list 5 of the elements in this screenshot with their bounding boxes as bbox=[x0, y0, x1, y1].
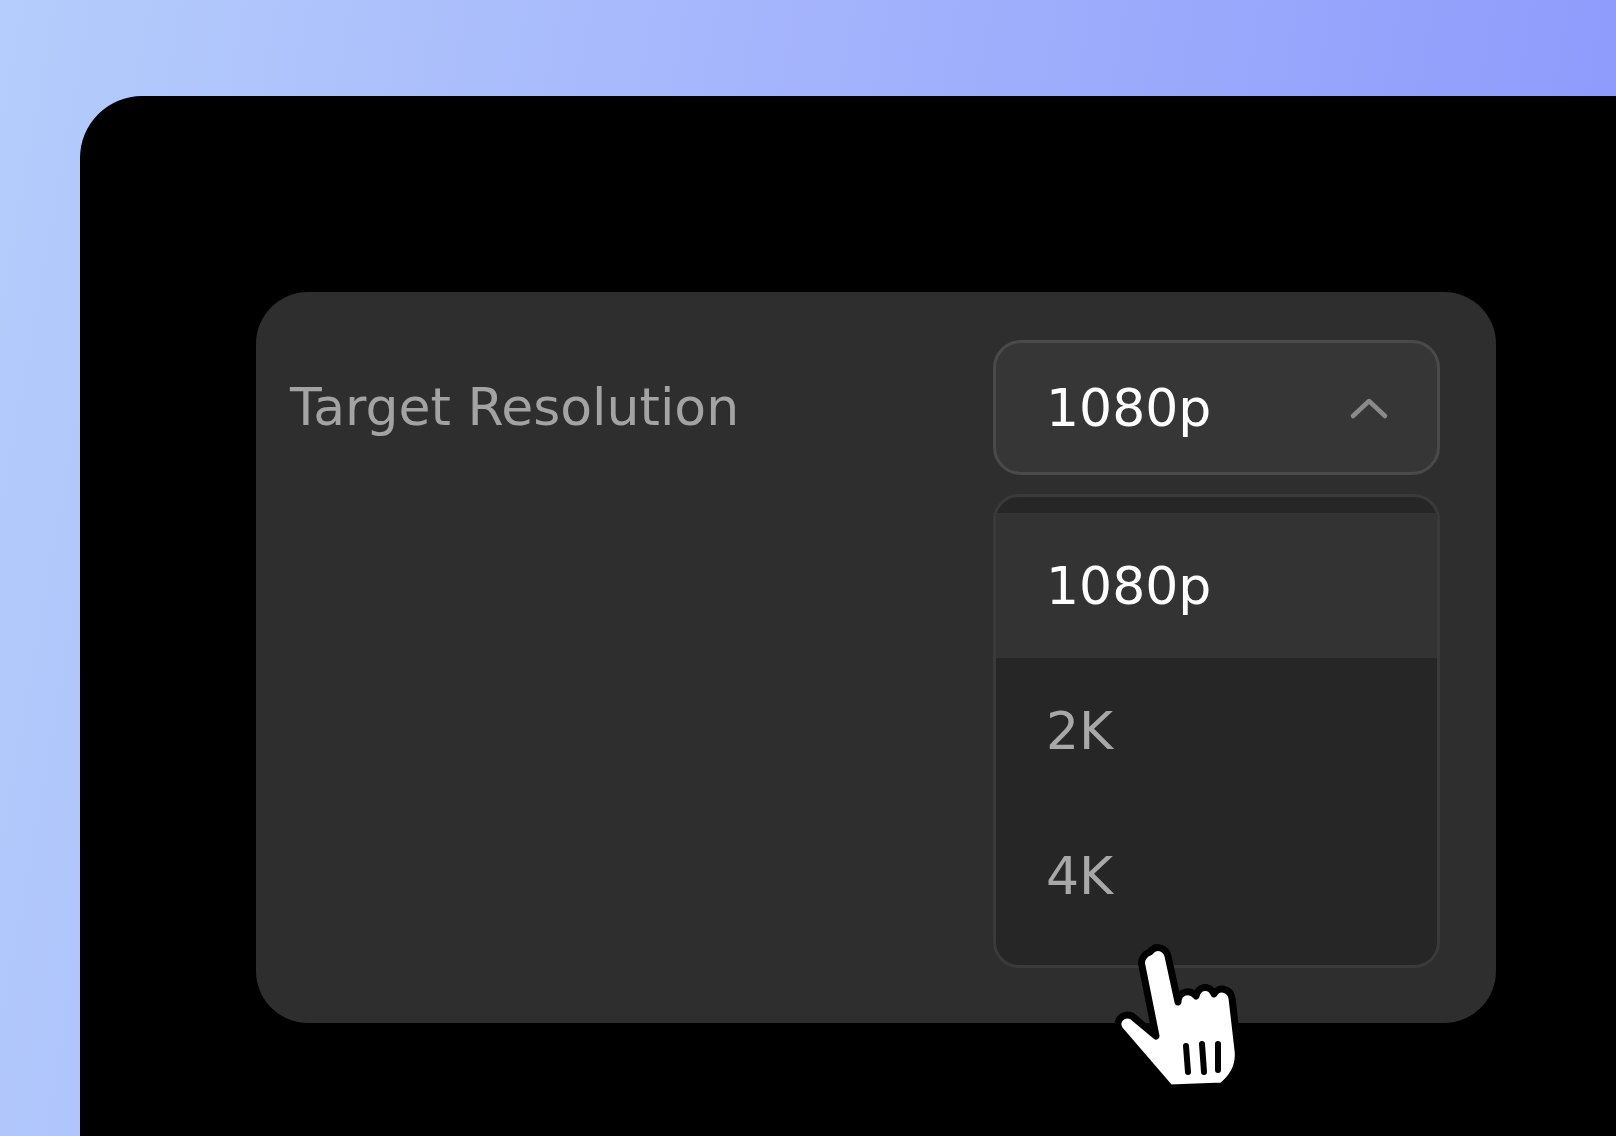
dropdown-option[interactable]: 2K bbox=[996, 658, 1437, 803]
dropdown-option[interactable]: 1080p bbox=[996, 513, 1437, 658]
resolution-select[interactable]: 1080p bbox=[993, 340, 1440, 475]
setting-label: Target Resolution bbox=[290, 376, 740, 439]
dropdown-option[interactable]: 4K bbox=[996, 803, 1437, 948]
